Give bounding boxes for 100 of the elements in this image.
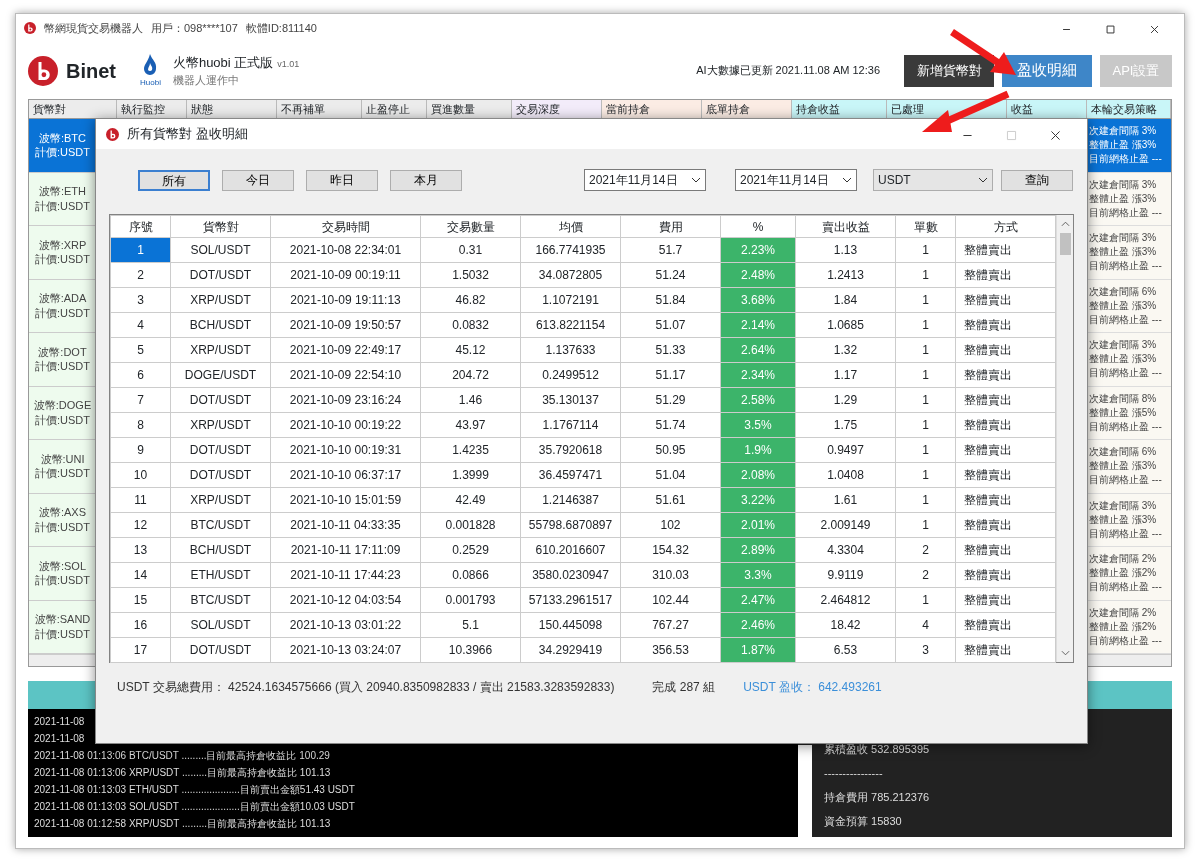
stat-line: 累積盈收 532.895395 bbox=[824, 742, 930, 757]
table-cell: 767.27 bbox=[620, 612, 721, 638]
table-cell: 整體賣出 bbox=[955, 262, 1056, 288]
table-cell: 1 bbox=[895, 312, 956, 338]
logo-caption: Huobi bbox=[140, 76, 161, 89]
log-line: 2021-11-08 01:12:58 XRP/USDT .........目前最高持倉收益比 101.13 bbox=[34, 817, 332, 831]
pair-item[interactable]: 波幣:XRP 計價:USDT bbox=[29, 226, 96, 280]
table-cell: 55798.6870897 bbox=[520, 512, 621, 538]
maximize-icon[interactable] bbox=[1104, 24, 1116, 36]
table-cell: 51.29 bbox=[620, 387, 721, 413]
stat-line: 持倉費用 785.212376 bbox=[824, 790, 930, 805]
column-header: 交易時間 bbox=[270, 215, 421, 238]
table-cell: 0.001793 bbox=[420, 587, 521, 613]
table-cell: 1 bbox=[895, 262, 956, 288]
profit-total: USDT 盈收： 642.493261 bbox=[743, 679, 882, 696]
table-cell: 2021-10-11 17:44:23 bbox=[270, 562, 421, 588]
table-cell: 51.24 bbox=[620, 262, 721, 288]
table-cell: 1.46 bbox=[420, 387, 521, 413]
query-button[interactable]: 查詢 bbox=[1001, 169, 1073, 191]
table-cell: 1.32 bbox=[795, 337, 896, 363]
table-cell: DOT/USDT bbox=[170, 437, 271, 463]
fee-summary: USDT 交易總費用： 42524.1634575666 (買入 20940.8350982833 / 賣出 21583.3283592833) bbox=[117, 679, 615, 696]
logo-icon bbox=[24, 22, 36, 34]
table-cell: XRP/USDT bbox=[170, 487, 271, 513]
scrollbar[interactable] bbox=[1088, 654, 1171, 666]
table-cell: 2.009149 bbox=[795, 512, 896, 538]
date-picker[interactable]: 2021年11月14日 bbox=[584, 169, 706, 191]
strategy-line: 整體止盈 漲2% bbox=[1089, 566, 1158, 581]
filter-button[interactable]: 本月 bbox=[390, 169, 462, 191]
scrollbar[interactable] bbox=[1056, 215, 1073, 662]
header-button[interactable]: 盈收明細 bbox=[1002, 54, 1092, 87]
column-header: 買進數量 bbox=[427, 100, 512, 118]
filter-button[interactable]: 今日 bbox=[222, 169, 294, 191]
log-line: 2021-11-08 bbox=[34, 715, 86, 729]
pair-item[interactable]: 波幣:DOGE 計價:USDT bbox=[29, 386, 96, 440]
table-cell: ETH/USDT bbox=[170, 562, 271, 588]
strategy-line: 次建倉間隔 8% bbox=[1089, 391, 1158, 406]
log-line: 2021-11-08 01:13:03 SOL/USDT .....................目前賣出金額10.03 USDT bbox=[34, 800, 356, 814]
filter-button[interactable]: 所有 bbox=[138, 169, 210, 191]
table-cell: 1 bbox=[110, 237, 171, 263]
coin-label: 波幣:BTC bbox=[37, 130, 88, 146]
table-cell: 1.5032 bbox=[420, 262, 521, 288]
currency-select[interactable]: USDT bbox=[873, 169, 993, 191]
table-cell: 6 bbox=[110, 362, 171, 388]
table-cell: 2021-10-09 23:16:24 bbox=[270, 387, 421, 413]
update-note: AI大數據已更新 2021.11.08 AM 12:36 bbox=[696, 63, 880, 79]
table-cell: 2021-10-09 19:50:57 bbox=[270, 312, 421, 338]
table-cell: 51.7 bbox=[620, 237, 721, 263]
table-cell: 整體賣出 bbox=[955, 512, 1056, 538]
table-cell: SOL/USDT bbox=[170, 237, 271, 263]
table-cell: SOL/USDT bbox=[170, 612, 271, 638]
date-picker[interactable]: 2021年11月14日 bbox=[735, 169, 857, 191]
pair-item[interactable]: 波幣:SOL 計價:USDT bbox=[29, 547, 96, 601]
table-cell: 1.84 bbox=[795, 287, 896, 313]
strategy-line: 整體止盈 漲3% bbox=[1089, 245, 1158, 260]
strategy-line: 次建倉間隔 2% bbox=[1089, 605, 1158, 620]
table-cell: 1.4235 bbox=[420, 437, 521, 463]
table-cell: 34.0872805 bbox=[520, 262, 621, 288]
log-line: 2021-11-08 01:13:03 ETH/USDT .....................目前賣出金額51.43 USDT bbox=[34, 783, 356, 797]
coin-label: 波幣:SOL bbox=[37, 558, 88, 574]
column-header: 底單持倉 bbox=[702, 100, 792, 118]
strategy-line: 整體止盈 漲3% bbox=[1089, 191, 1158, 206]
strategy-line: 目前網格止盈 --- bbox=[1089, 580, 1163, 595]
scroll-thumb[interactable] bbox=[1059, 233, 1071, 255]
quote-label: 計價:USDT bbox=[34, 359, 91, 374]
table-cell: 45.12 bbox=[420, 337, 521, 363]
column-header: 單數 bbox=[895, 215, 956, 238]
strategy-line: 目前網格止盈 --- bbox=[1089, 633, 1163, 648]
table-cell: 整體賣出 bbox=[955, 237, 1056, 263]
table-cell: 102 bbox=[620, 512, 721, 538]
pair-item[interactable]: 波幣:ETH 計價:USDT bbox=[29, 172, 96, 226]
pair-item[interactable]: 波幣:UNI 計價:USDT bbox=[29, 440, 96, 494]
filter-button[interactable]: 昨日 bbox=[306, 169, 378, 191]
table-cell: 2 bbox=[895, 562, 956, 588]
table-cell: 2021-10-12 04:03:54 bbox=[270, 587, 421, 613]
column-header: 方式 bbox=[955, 215, 1056, 238]
table-cell: 16 bbox=[110, 612, 171, 638]
table-cell: 1 bbox=[895, 412, 956, 438]
pair-item[interactable]: 波幣:DOT 計價:USDT bbox=[29, 333, 96, 387]
table-cell: 2021-10-13 03:01:22 bbox=[270, 612, 421, 638]
logo-icon bbox=[28, 55, 58, 86]
table-cell: 3 bbox=[895, 637, 956, 663]
close-icon[interactable] bbox=[1148, 24, 1160, 36]
pair-item[interactable]: 波幣:SAND 計價:USDT bbox=[29, 600, 96, 654]
pair-item[interactable]: 波幣:AXS 計價:USDT bbox=[29, 493, 96, 547]
scroll-up-icon[interactable] bbox=[1060, 221, 1070, 227]
scrollbar[interactable] bbox=[29, 654, 96, 666]
scroll-down-icon[interactable] bbox=[1060, 650, 1070, 656]
log-line: 2021-11-08 bbox=[34, 732, 86, 746]
coin-label: 波幣:DOGE bbox=[32, 398, 93, 413]
header-button[interactable]: 新增貨幣對 bbox=[904, 54, 994, 87]
pair-item[interactable]: 波幣:ADA 計價:USDT bbox=[29, 279, 96, 333]
table-cell: 1.75 bbox=[795, 412, 896, 438]
table-cell: 2021-10-08 22:34:01 bbox=[270, 237, 421, 263]
close-icon[interactable] bbox=[1048, 128, 1062, 142]
pair-item[interactable]: 波幣:BTC 計價:USDT bbox=[29, 119, 96, 173]
table-cell: 2.464812 bbox=[795, 587, 896, 613]
scrollbar[interactable] bbox=[798, 745, 812, 837]
table-cell: 13 bbox=[110, 537, 171, 563]
table-cell: 1 bbox=[895, 512, 956, 538]
